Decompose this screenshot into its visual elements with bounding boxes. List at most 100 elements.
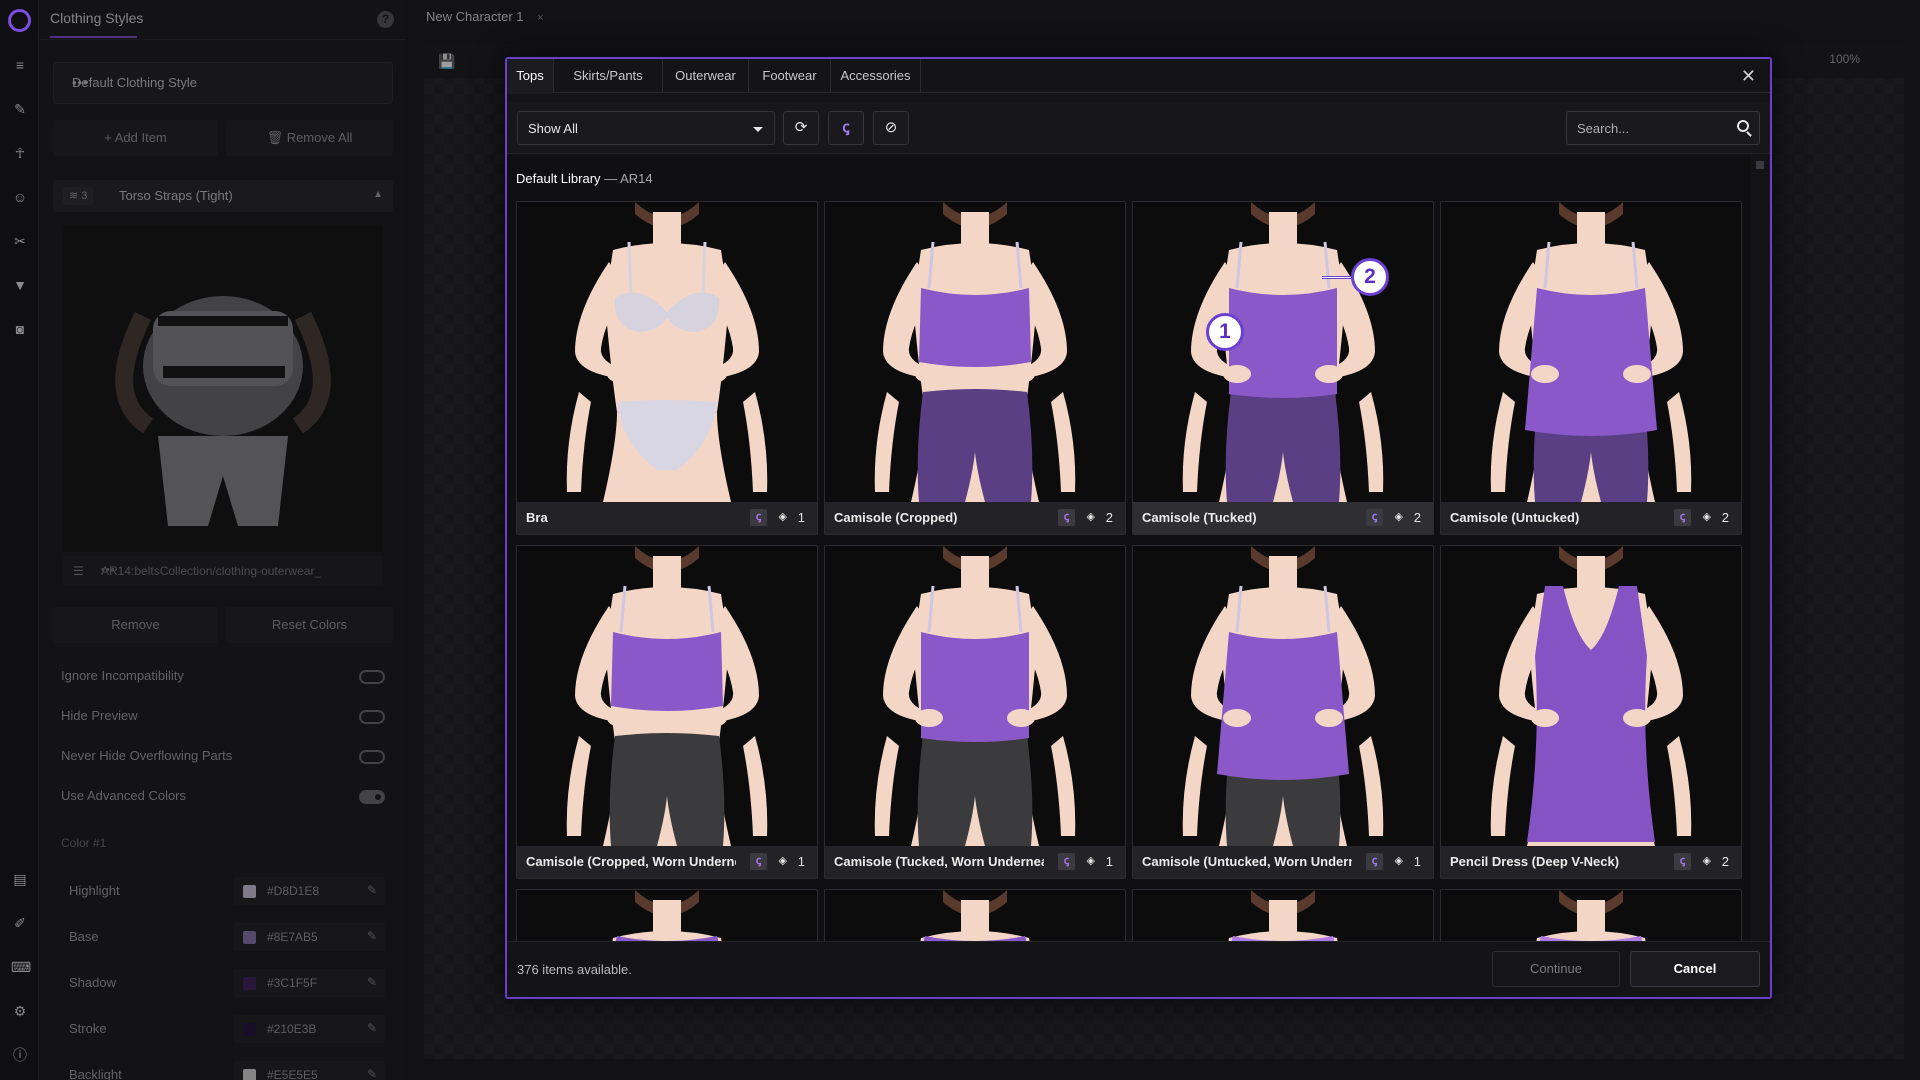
item-card-partial[interactable] (1440, 889, 1742, 943)
brush-icon[interactable]: ✎ (11, 100, 29, 118)
more-options-icon[interactable]: ••• (72, 75, 378, 90)
layer-count: 2 (1105, 510, 1113, 525)
zoom-level[interactable]: 100% (1829, 52, 1860, 66)
search-box[interactable] (1566, 111, 1760, 145)
filter-dropdown[interactable]: Show All (517, 111, 775, 145)
color-value-field[interactable]: #210E3B ✎ (233, 1015, 385, 1043)
color-group-label: Color #1 (61, 836, 107, 850)
item-card-partial[interactable] (516, 889, 818, 943)
tab-outerwear[interactable]: Outerwear (663, 59, 749, 93)
item-card[interactable]: Camisole (Tucked) ꞔ ◈ 2 (1132, 201, 1434, 535)
pen-icon[interactable]: ✐ (11, 914, 29, 932)
toggle-use-advanced-colors[interactable]: Use Advanced Colors (61, 788, 385, 808)
scrollbar[interactable] (1751, 155, 1769, 943)
item-thumbnail (1133, 546, 1433, 846)
continue-button[interactable]: Continue (1492, 951, 1620, 987)
item-card[interactable]: Pencil Dress (Deep V-Neck) ꞔ ◈ 2 (1440, 545, 1742, 879)
item-card[interactable]: Bra ꞔ ◈ 1 (516, 201, 818, 535)
scrollbar-thumb[interactable] (1756, 161, 1764, 169)
info-icon[interactable]: ⓘ (11, 1046, 29, 1064)
eyedropper-icon[interactable]: ✎ (367, 1067, 377, 1080)
pose-icon[interactable]: ☥ (11, 144, 29, 162)
save-icon[interactable]: 💾 (438, 53, 455, 70)
refresh-button[interactable]: ⟳ (783, 111, 819, 145)
color-value-field[interactable]: #D8D1E8 ✎ (233, 877, 385, 905)
eyedropper-icon[interactable]: ✎ (367, 929, 377, 943)
document-icon[interactable]: ▤ (11, 870, 29, 888)
toggle-label: Hide Preview (61, 708, 138, 723)
color-swatch[interactable] (243, 885, 256, 898)
item-thumbnail (517, 202, 817, 502)
tab-skirts-pants[interactable]: Skirts/Pants (554, 59, 663, 93)
toggle-switch[interactable] (359, 750, 385, 764)
mod-filter-button[interactable]: ꞔ (828, 111, 864, 145)
color-value-field[interactable]: #8E7AB5 ✎ (233, 923, 385, 951)
color-value-field[interactable]: #3C1F5F ✎ (233, 969, 385, 997)
toggle-hide-preview[interactable]: Hide Preview (61, 708, 385, 728)
search-icon[interactable] (1737, 120, 1749, 132)
item-card[interactable]: Camisole (Tucked, Worn Underneath) ꞔ ◈ 1 (824, 545, 1126, 879)
menu-icon[interactable]: ≡ (11, 56, 29, 74)
clothing-style-selector[interactable]: Default Clothing Style ••• (53, 62, 393, 104)
toggle-never-hide-overflowing[interactable]: Never Hide Overflowing Parts (61, 748, 385, 768)
item-card[interactable]: Camisole (Untucked, Worn Underneath) ꞔ ◈ 1 (1132, 545, 1434, 879)
keyboard-icon[interactable]: ⌨ (11, 958, 31, 976)
color-swatch[interactable] (243, 977, 256, 990)
filter-bar: Show All ⟳ ꞔ ⊘ (507, 102, 1770, 154)
color-hex: #3C1F5F (267, 976, 318, 990)
item-card[interactable]: Camisole (Cropped) ꞔ ◈ 2 (824, 201, 1126, 535)
color-swatch[interactable] (243, 1023, 256, 1036)
document-tab[interactable]: New Character 1 × (426, 0, 556, 34)
color-swatch[interactable] (243, 931, 256, 944)
toggle-label: Use Advanced Colors (61, 788, 187, 803)
add-item-button[interactable]: + Add Item (53, 120, 218, 156)
clothing-item-header[interactable]: ≋ 3 Torso Straps (Tight) ▲ (53, 180, 393, 212)
reset-colors-button[interactable]: Reset Colors (226, 607, 393, 643)
item-thumbnail (825, 202, 1125, 502)
shirt-icon[interactable]: ▼ (11, 276, 29, 294)
tab-tops[interactable]: Tops (507, 59, 554, 94)
clear-filter-button[interactable]: ⊘ (873, 111, 909, 145)
tab-accessories[interactable]: Accessories (831, 59, 921, 93)
eyedropper-icon[interactable]: ✎ (367, 975, 377, 989)
mod-icon: ꞔ (1674, 853, 1691, 870)
remove-button[interactable]: Remove (53, 607, 218, 643)
color-row: Shadow #3C1F5F ✎ (61, 964, 385, 1002)
eyedropper-icon[interactable]: ✎ (367, 883, 377, 897)
close-tab-icon[interactable]: × (537, 12, 543, 24)
item-path-field[interactable]: ☰ AR14:beltsCollection/clothing-outerwea… (63, 556, 383, 586)
remove-all-button[interactable]: 🗑 Remove All (226, 120, 393, 156)
toggle-ignore-incompatibility[interactable]: Ignore Incompatibility (61, 668, 385, 688)
eyedropper-icon[interactable]: ✎ (367, 1021, 377, 1035)
cancel-button[interactable]: Cancel (1630, 951, 1760, 987)
item-card[interactable]: Camisole (Untucked) ꞔ ◈ 2 (1440, 201, 1742, 535)
tab-footwear[interactable]: Footwear (749, 59, 831, 93)
item-card-partial[interactable] (824, 889, 1126, 943)
mod-icon: ꞔ (1366, 509, 1383, 526)
item-card[interactable]: Camisole (Cropped, Worn Underneath) ꞔ ◈ 1 (516, 545, 818, 879)
search-input[interactable] (1567, 112, 1727, 144)
face-icon[interactable]: ☺ (11, 188, 29, 206)
scissors-icon[interactable]: ✂ (11, 232, 29, 250)
color-value-field[interactable]: #E5E5E5 ✎ (233, 1061, 385, 1080)
camera-icon[interactable]: ◙ (11, 320, 29, 338)
close-icon[interactable]: ✕ (1741, 66, 1756, 87)
question-circle-icon[interactable]: ? (377, 11, 394, 28)
path-more-icon[interactable]: ••• (101, 564, 331, 576)
toggle-switch[interactable] (359, 790, 385, 804)
item-name: Camisole (Tucked) (1142, 510, 1257, 525)
color-hex: #210E3B (267, 1022, 317, 1036)
chevron-up-icon[interactable]: ▲ (373, 189, 383, 200)
gear-icon[interactable]: ⚙ (11, 1002, 29, 1020)
item-name: Camisole (Cropped) (834, 510, 958, 525)
item-caption-bar: Camisole (Tucked, Worn Underneath) ꞔ ◈ 1 (825, 846, 1125, 878)
color-swatch[interactable] (243, 1069, 256, 1080)
item-card-partial[interactable] (1132, 889, 1434, 943)
toggle-switch[interactable] (359, 710, 385, 724)
clothing-item-name: Torso Straps (Tight) (119, 188, 233, 203)
toggle-switch[interactable] (359, 670, 385, 684)
panel-title[interactable]: Clothing Styles (50, 10, 143, 26)
layers-icon: ◈ (1086, 511, 1095, 523)
mod-icon: ꞔ (750, 509, 767, 526)
items-scroll-area[interactable]: Default Library — AR14 Bra ꞔ ◈ 1 Camisole (C… (507, 155, 1752, 943)
